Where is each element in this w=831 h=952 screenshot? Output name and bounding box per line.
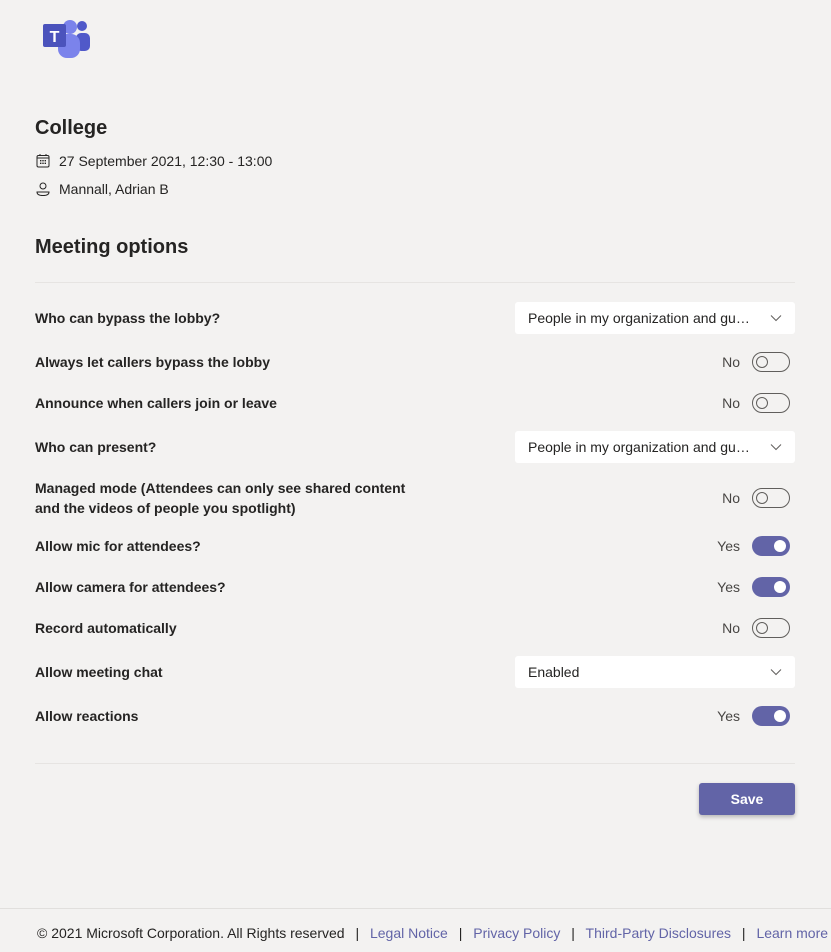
meeting-datetime: 27 September 2021, 12:30 - 13:00 [35,153,272,169]
toggle-knob [774,710,786,722]
chevron-down-icon [770,444,782,451]
option-row: Announce when callers join or leave No [35,387,795,419]
toggle-knob [756,356,768,368]
option-row: Allow meeting chat Enabled [35,656,795,688]
toggle-knob [774,581,786,593]
toggle-switch[interactable] [752,488,790,508]
option-row: Allow reactions Yes [35,700,795,732]
option-label: Who can bypass the lobby? [35,310,221,326]
option-dropdown[interactable]: Enabled [515,656,795,688]
toggle-group: Yes [717,706,790,726]
option-row: Who can bypass the lobby? People in my or… [35,302,795,334]
footer-divider [0,908,831,909]
separator: | [741,925,746,941]
option-label: Managed mode (Attendees can only see sha… [35,480,406,516]
toggle-knob [774,540,786,552]
toggle-state-label: No [722,620,740,636]
separator: | [458,925,463,941]
toggle-knob [756,397,768,409]
organizer-text: Mannall, Adrian B [59,181,169,197]
svg-text:T: T [50,29,60,46]
toggle-state-label: No [722,395,740,411]
privacy-policy-link[interactable]: Privacy Policy [473,925,560,941]
option-dropdown[interactable]: People in my organization and guests [515,302,795,334]
save-button[interactable]: Save [699,783,795,815]
toggle-switch[interactable] [752,706,790,726]
divider-top [35,282,795,283]
toggle-group: No [722,352,790,372]
option-label: Allow reactions [35,708,139,724]
toggle-switch[interactable] [752,536,790,556]
meeting-title: College [35,117,108,139]
toggle-group: No [722,393,790,413]
separator: | [571,925,575,941]
toggle-switch[interactable] [752,577,790,597]
toggle-knob [756,622,768,634]
option-row: Always let callers bypass the lobby No [35,346,795,378]
toggle-state-label: Yes [717,579,740,595]
person-icon [36,182,50,197]
learn-more-link[interactable]: Learn more [756,925,828,941]
toggle-state-label: Yes [717,538,740,554]
chevron-down-icon [770,669,782,676]
option-label: Allow mic for attendees? [35,538,201,554]
toggle-switch[interactable] [752,393,790,413]
toggle-group: No [722,488,790,508]
toggle-knob [756,492,768,504]
chevron-down-icon [770,315,782,322]
option-label: Always let callers bypass the lobby [35,354,270,370]
option-label: Who can present? [35,439,157,455]
divider-bottom [35,763,795,764]
meeting-organizer: Mannall, Adrian B [35,181,169,197]
section-title: Meeting options [35,236,189,258]
datetime-text: 27 September 2021, 12:30 - 13:00 [59,153,273,169]
dropdown-value: Enabled [528,664,580,680]
legal-notice-link[interactable]: Legal Notice [370,925,448,941]
copyright-text: © 2021 Microsoft Corporation. All Rights… [37,925,345,941]
toggle-switch[interactable] [752,352,790,372]
toggle-group: Yes [717,536,790,556]
teams-logo: T [42,14,94,62]
dropdown-value: People in my organization and guests [528,310,753,326]
option-row: Managed mode (Attendees can only see sha… [35,480,795,516]
toggle-switch[interactable] [752,618,790,638]
option-label: Announce when callers join or leave [35,395,277,411]
footer: © 2021 Microsoft Corporation. All Rights… [37,925,828,941]
option-dropdown[interactable]: People in my organization and guests [515,431,795,463]
option-row: Allow mic for attendees? Yes [35,530,795,562]
third-party-disclosures-link[interactable]: Third-Party Disclosures [586,925,731,941]
option-label: Allow camera for attendees? [35,579,226,595]
option-label: Record automatically [35,620,177,636]
toggle-state-label: No [722,354,740,370]
toggle-state-label: Yes [717,708,740,724]
option-row: Record automatically No [35,612,795,644]
toggle-state-label: No [722,490,740,506]
toggle-group: Yes [717,577,790,597]
option-row: Allow camera for attendees? Yes [35,571,795,603]
calendar-icon [36,154,50,168]
option-row: Who can present? People in my organizatio… [35,431,795,463]
separator: | [355,925,360,941]
dropdown-value: People in my organization and guests [528,439,753,455]
option-label: Allow meeting chat [35,664,163,680]
toggle-group: No [722,618,790,638]
